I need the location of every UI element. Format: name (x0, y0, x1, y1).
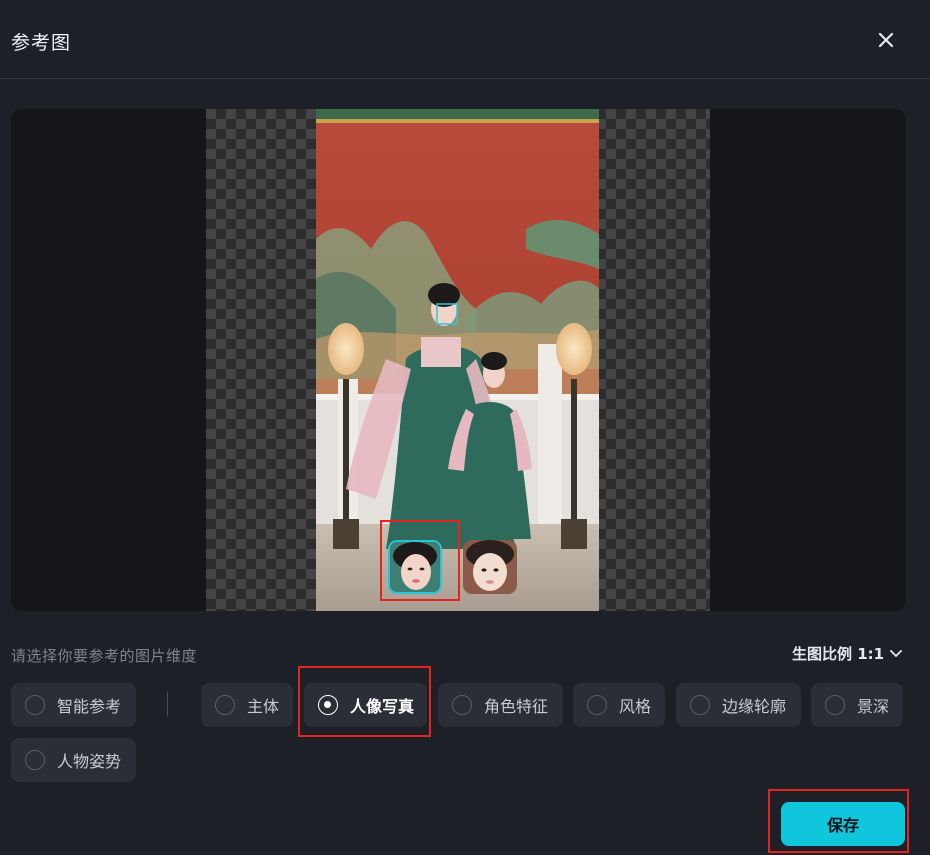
dialog-header: 参考图 (0, 0, 930, 79)
girl-face-photo (463, 540, 517, 594)
dialog-title: 参考图 (11, 32, 72, 54)
dimension-hint: 请选择你要参考的图片维度 (11, 647, 198, 665)
option-depth-of-field[interactable]: 景深 (811, 683, 903, 727)
option-label: 角色特征 (484, 697, 549, 716)
option-label: 边缘轮廓 (722, 697, 787, 716)
option-divider (167, 692, 168, 716)
radio-icon (215, 695, 235, 715)
reference-image-preview (11, 109, 906, 611)
face-thumbnail-girl[interactable] (463, 540, 517, 594)
option-portrait[interactable]: 人像写真 (304, 683, 427, 727)
radio-selected-icon (318, 695, 338, 715)
close-button[interactable] (872, 26, 900, 54)
option-style[interactable]: 风格 (573, 683, 665, 727)
option-label: 智能参考 (57, 697, 122, 716)
option-pose[interactable]: 人物姿势 (11, 738, 136, 782)
face-thumbnail-woman[interactable] (388, 540, 442, 594)
radio-icon (25, 695, 45, 715)
radio-icon (690, 695, 710, 715)
option-label: 风格 (619, 697, 652, 716)
option-label: 景深 (857, 697, 890, 716)
close-icon (878, 32, 894, 48)
radio-icon (825, 695, 845, 715)
option-label: 人像写真 (350, 697, 415, 716)
option-subject[interactable]: 主体 (201, 683, 293, 727)
reference-photo (316, 109, 599, 611)
option-label: 人物姿势 (57, 752, 122, 771)
aspect-ratio-label: 生图比例 1:1 (792, 645, 885, 663)
save-button[interactable]: 保存 (781, 802, 905, 846)
aspect-ratio-selector[interactable]: 生图比例 1:1 (792, 643, 903, 664)
radio-icon (452, 695, 472, 715)
radio-icon (25, 750, 45, 770)
option-edge-outline[interactable]: 边缘轮廓 (676, 683, 801, 727)
radio-icon (587, 695, 607, 715)
chevron-down-icon (890, 649, 903, 657)
option-character-features[interactable]: 角色特征 (438, 683, 563, 727)
woman-face-photo (390, 542, 440, 592)
option-smart-reference[interactable]: 智能参考 (11, 683, 136, 727)
option-label: 主体 (247, 697, 280, 716)
